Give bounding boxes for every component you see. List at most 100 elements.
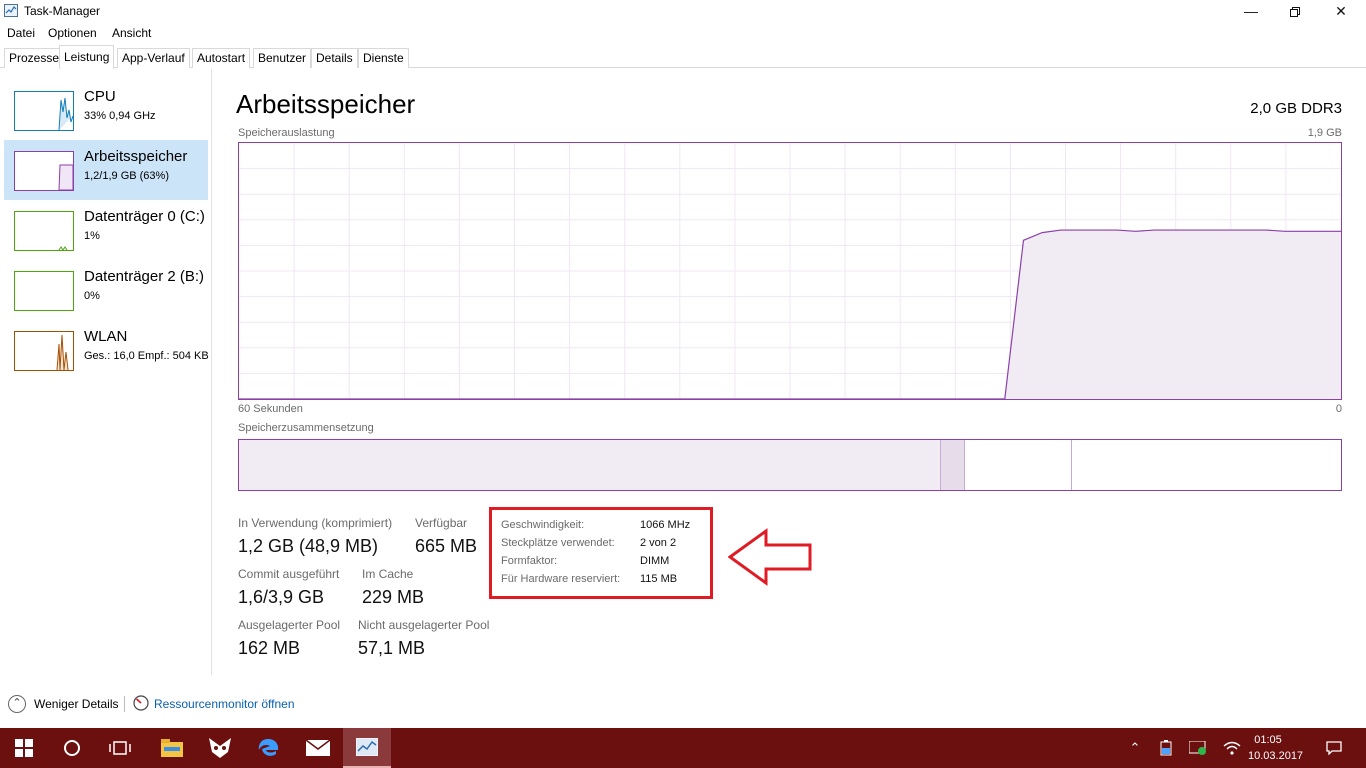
detail-label: Für Hardware reserviert: [501, 573, 621, 585]
file-explorer-icon[interactable] [148, 728, 196, 768]
sidebar-item-disk-2[interactable]: Datenträger 2 (B:) 0% [4, 260, 208, 320]
app-mask-icon[interactable] [196, 728, 244, 768]
composition-label: Speicherzusammensetzung [238, 422, 374, 434]
time-right-label: 0 [1335, 403, 1342, 415]
in-use-value: 1,2 GB (48,9 MB) [238, 536, 379, 556]
maximize-button[interactable] [1272, 0, 1318, 22]
tab-bar: Prozesse Leistung App-Verlauf Autostart … [0, 45, 1366, 69]
graph-max-label: 1,9 GB [1307, 127, 1342, 139]
tab-details[interactable]: Details [311, 48, 358, 68]
tab-benutzer[interactable]: Benutzer [253, 48, 312, 68]
update-shield-icon[interactable] [1188, 728, 1208, 768]
close-button[interactable]: ✕ [1318, 0, 1364, 22]
clock[interactable]: 01:05 10.03.2017 [1248, 732, 1304, 764]
nonpaged-pool-value: 57,1 MB [358, 638, 426, 658]
tab-autostart[interactable]: Autostart [192, 48, 251, 68]
memory-usage-chart [239, 143, 1341, 400]
detail-label: Steckplätze verwendet: [501, 537, 615, 549]
clock-time: 01:05 [1254, 734, 1282, 746]
notifications-icon[interactable] [1324, 728, 1344, 768]
fewer-details-button[interactable]: Weniger Details [34, 697, 118, 711]
tab-prozesse[interactable]: Prozesse [4, 48, 65, 68]
detail-label: Formfaktor: [501, 555, 558, 567]
window-title: Task-Manager [24, 4, 101, 18]
edge-icon[interactable] [244, 728, 292, 768]
paged-pool-label: Ausgelagerter Pool [238, 618, 341, 632]
in-use-label: In Verwendung (komprimiert) [238, 516, 393, 530]
composition-in-use[interactable] [239, 440, 941, 490]
cache-value: 229 MB [362, 587, 425, 607]
tab-leistung[interactable]: Leistung [59, 45, 115, 69]
graph-label: Speicherauslastung [238, 127, 335, 139]
hardware-details-highlight: Geschwindigkeit: 1066 MHz Steckplätze ve… [489, 507, 713, 599]
cortana-circle-icon[interactable] [48, 728, 96, 768]
annotation-arrow-icon [728, 528, 812, 586]
sidebar-item-label: Arbeitsspeicher [84, 148, 188, 165]
sidebar-item-disk-0[interactable]: Datenträger 0 (C:) 1% [4, 200, 208, 260]
task-view-icon[interactable] [96, 728, 144, 768]
cpu-thumbnail-graph [14, 91, 74, 131]
sidebar-item-wlan[interactable]: WLAN Ges.: 16,0 Empf.: 504 KB [4, 320, 209, 380]
paged-pool-value: 162 MB [238, 638, 301, 658]
footer-divider [124, 696, 125, 712]
detail-value: 2 von 2 [640, 537, 677, 549]
sidebar-item-label: Datenträger 0 (C:) [84, 208, 205, 225]
cache-label: Im Cache [362, 567, 414, 581]
detail-row: Für Hardware reserviert: 115 MB [501, 573, 677, 585]
disk0-thumbnail-graph [14, 211, 74, 251]
sidebar-item-sub: Ges.: 16,0 Empf.: 504 KB [84, 350, 209, 362]
disk2-thumbnail-graph [14, 271, 74, 311]
main-panel: Arbeitsspeicher 2,0 GB DDR3 Speicherausl… [212, 69, 1366, 675]
detail-row: Formfaktor: DIMM [501, 555, 669, 567]
footer: ⌃ Weniger Details Ressourcenmonitor öffn… [0, 690, 1366, 718]
windows-start-icon[interactable] [0, 728, 48, 768]
sidebar-item-label: WLAN [84, 328, 128, 345]
task-manager-taskbar-icon[interactable] [343, 728, 391, 768]
battery-icon[interactable] [1157, 728, 1175, 768]
tab-dienste[interactable]: Dienste [358, 48, 409, 68]
sidebar: CPU 33% 0,94 GHz Arbeitsspeicher 1,2/1,9… [0, 69, 212, 675]
menu-bar: Datei Optionen Ansicht [0, 23, 1366, 43]
menu-datei[interactable]: Datei [7, 26, 35, 40]
sidebar-item-sub: 33% 0,94 GHz [84, 110, 156, 122]
detail-row: Geschwindigkeit: 1066 MHz [501, 519, 690, 531]
minimize-button[interactable]: — [1228, 0, 1274, 22]
detail-row: Steckplätze verwendet: 2 von 2 [501, 537, 676, 549]
title-bar: Task-Manager — ✕ [0, 0, 1366, 22]
detail-label: Geschwindigkeit: [501, 519, 585, 531]
sidebar-item-arbeitsspeicher[interactable]: Arbeitsspeicher 1,2/1,9 GB (63%) [4, 140, 208, 200]
composition-free[interactable] [1072, 440, 1341, 490]
available-value: 665 MB [415, 536, 478, 556]
commit-value: 1,6/3,9 GB [238, 587, 325, 607]
menu-optionen[interactable]: Optionen [48, 26, 97, 40]
chevron-up-icon[interactable]: ⌃ [8, 695, 26, 713]
resource-monitor-icon [133, 695, 149, 711]
composition-modified[interactable] [941, 440, 965, 490]
chevron-up-icon[interactable]: ⌃ [1126, 728, 1144, 768]
sidebar-item-label: Datenträger 2 (B:) [84, 268, 205, 285]
wlan-thumbnail-graph [14, 331, 74, 371]
composition-standby[interactable] [965, 440, 1072, 490]
task-manager-icon [4, 4, 18, 17]
time-left-label: 60 Sekunden [238, 403, 303, 415]
clock-date: 10.03.2017 [1248, 750, 1304, 762]
sidebar-item-label: CPU [84, 88, 116, 105]
menu-ansicht[interactable]: Ansicht [112, 26, 151, 40]
detail-value: DIMM [640, 555, 670, 567]
resource-monitor-link[interactable]: Ressourcenmonitor öffnen [154, 697, 295, 711]
commit-label: Commit ausgeführt [238, 567, 340, 581]
memory-thumbnail-graph [14, 151, 74, 191]
mail-icon[interactable] [294, 728, 342, 768]
available-label: Verfügbar [415, 516, 468, 530]
sidebar-item-sub: 0% [84, 290, 100, 302]
page-title: Arbeitsspeicher [236, 89, 416, 119]
restore-icon [1290, 7, 1300, 18]
memory-usage-graph [238, 142, 1342, 400]
sidebar-item-cpu[interactable]: CPU 33% 0,94 GHz [4, 80, 208, 140]
sidebar-item-sub: 1,2/1,9 GB (63%) [84, 170, 169, 182]
sidebar-item-sub: 1% [84, 230, 100, 242]
detail-value: 1066 MHz [640, 519, 691, 531]
tab-app-verlauf[interactable]: App-Verlauf [117, 48, 190, 68]
wifi-icon[interactable] [1222, 728, 1242, 768]
memory-composition-bar [238, 439, 1342, 491]
